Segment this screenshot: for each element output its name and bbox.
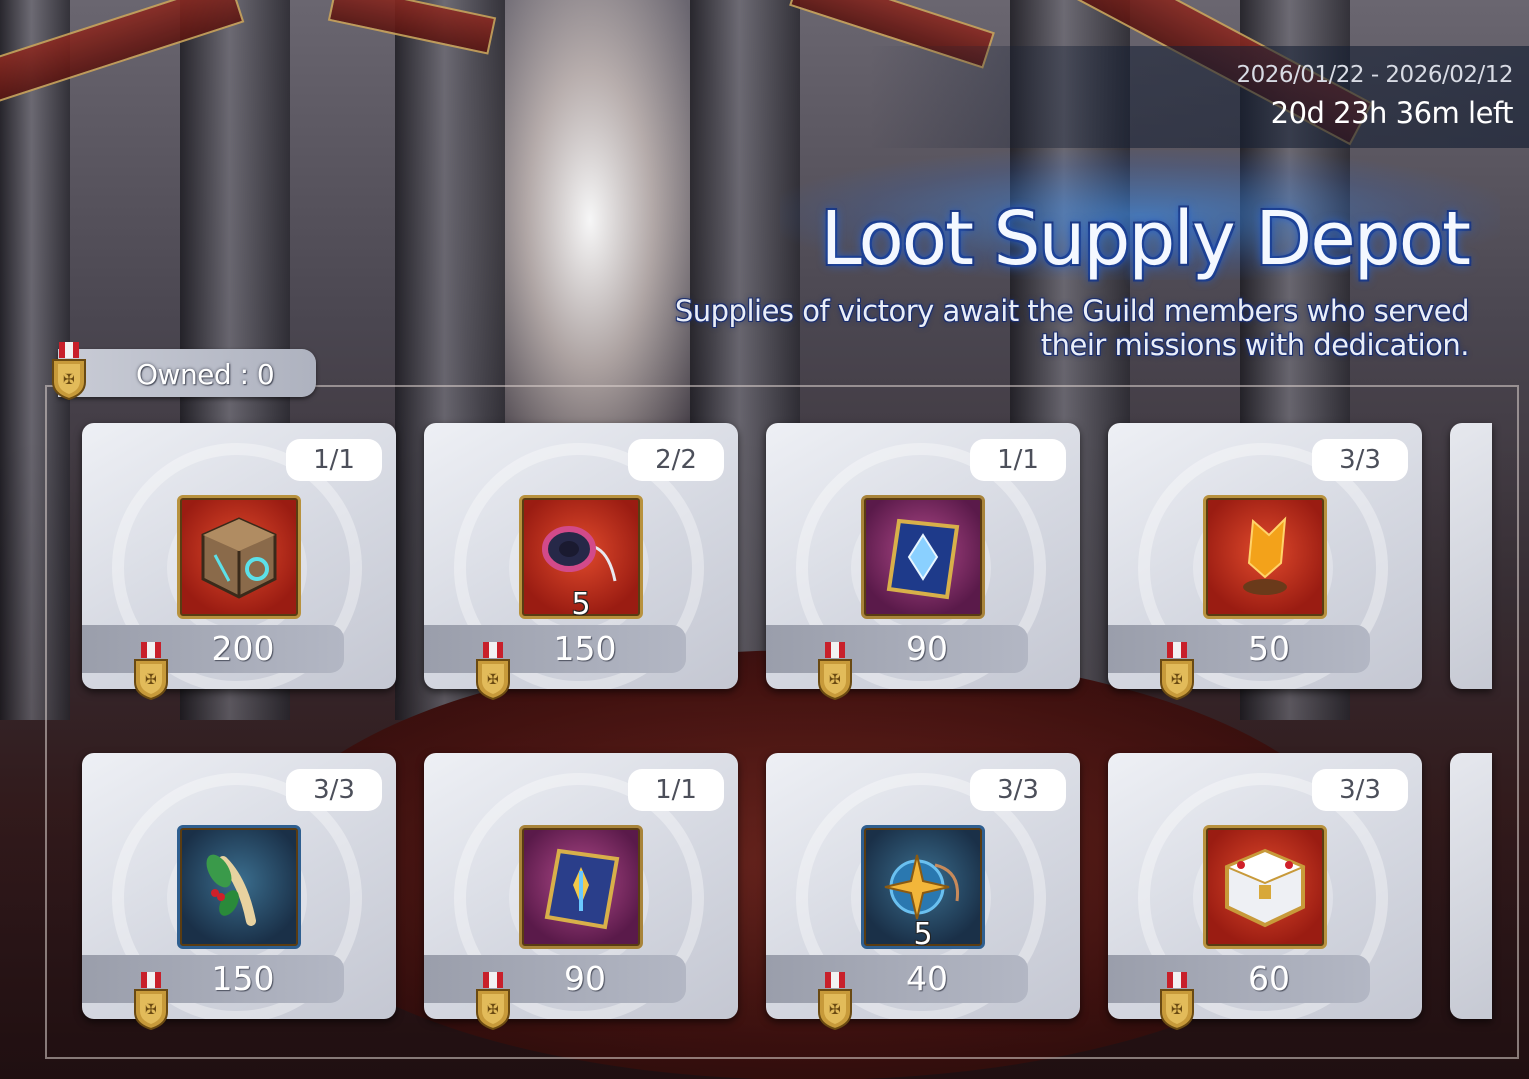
price-bar: 90 [766, 625, 1028, 673]
svg-text:✠: ✠ [487, 672, 499, 688]
treasure-cube-icon [180, 498, 298, 616]
svg-text:✠: ✠ [829, 672, 841, 688]
svg-text:✠: ✠ [1171, 672, 1183, 688]
item-slot [519, 825, 643, 949]
price-bar: 150 [424, 625, 686, 673]
purchase-limit-badge: 1/1 [628, 769, 724, 811]
item-quantity: 5 [571, 587, 591, 622]
item-slot [177, 825, 301, 949]
shop-item-card[interactable]: 2/2 5 150 [424, 423, 738, 689]
shop-item-card-partial[interactable] [1450, 423, 1492, 689]
purchase-limit-badge: 3/3 [970, 769, 1066, 811]
svg-text:✠: ✠ [829, 1002, 841, 1018]
price-bar: 150 [82, 955, 344, 1003]
guild-medal-icon: ✠ [134, 642, 168, 700]
price-bar: 40 [766, 955, 1028, 1003]
purchase-limit-badge: 3/3 [1312, 769, 1408, 811]
guild-medal-icon: ✠ [818, 642, 852, 700]
svg-text:✠: ✠ [145, 672, 157, 688]
svg-text:✠: ✠ [63, 372, 75, 388]
item-slot [1203, 825, 1327, 949]
white-chest-icon [1206, 828, 1324, 946]
price-bar: 200 [82, 625, 344, 673]
purchase-limit-badge: 3/3 [286, 769, 382, 811]
page-title: Loot Supply Depot [820, 196, 1471, 282]
purchase-limit-badge: 1/1 [286, 439, 382, 481]
item-price: 50 [1248, 629, 1290, 668]
guild-medal-icon: ✠ [476, 972, 510, 1030]
event-date-range: 2026/01/22 - 2026/02/12 [1236, 62, 1513, 88]
ginseng-root-icon [180, 828, 298, 946]
guild-medal-icon: ✠ [476, 642, 510, 700]
item-price: 90 [906, 629, 948, 668]
guild-medal-icon: ✠ [818, 972, 852, 1030]
shop-item-card-partial[interactable] [1450, 753, 1492, 1019]
shop-item-card[interactable]: 3/3 50 [1108, 423, 1422, 689]
crystal-tome-icon [864, 498, 982, 616]
svg-text:✠: ✠ [145, 1002, 157, 1018]
svg-text:✠: ✠ [487, 1002, 499, 1018]
item-price: 200 [211, 629, 275, 668]
shop-item-card[interactable]: 3/3 150 [82, 753, 396, 1019]
item-price: 60 [1248, 959, 1290, 998]
item-slot [177, 495, 301, 619]
item-slot [1203, 495, 1327, 619]
price-bar: 90 [424, 955, 686, 1003]
item-price: 150 [553, 629, 617, 668]
item-price: 90 [564, 959, 606, 998]
guild-medal-icon: ✠ [1160, 972, 1194, 1030]
page-subtitle: Supplies of victory await the Guild memb… [674, 294, 1470, 362]
item-price: 40 [906, 959, 948, 998]
guild-medal-icon: ✠ [1160, 642, 1194, 700]
event-time-left: 20d 23h 36m left [1270, 96, 1514, 130]
owned-currency-count: Owned : 0 [136, 358, 275, 391]
purchase-limit-badge: 2/2 [628, 439, 724, 481]
item-price: 150 [211, 959, 275, 998]
shop-item-card[interactable]: 1/1 90 [766, 423, 1080, 689]
guild-medal-icon: ✠ [52, 342, 86, 400]
shop-item-card[interactable]: 1/1 200 [82, 423, 396, 689]
svg-text:✠: ✠ [1171, 1002, 1183, 1018]
flame-crystal-icon [1206, 498, 1324, 616]
purchase-limit-badge: 3/3 [1312, 439, 1408, 481]
price-bar: 60 [1108, 955, 1370, 1003]
item-slot: 5 [861, 825, 985, 952]
shop-item-card[interactable]: 1/1 90 [424, 753, 738, 1019]
price-bar: 50 [1108, 625, 1370, 673]
item-quantity: 5 [913, 917, 933, 952]
ornate-book-icon [522, 828, 640, 946]
item-slot: 5 [519, 495, 643, 622]
guild-medal-icon: ✠ [134, 972, 168, 1030]
item-slot [861, 495, 985, 619]
shop-item-card[interactable]: 3/3 5 40 [766, 753, 1080, 1019]
shop-item-card[interactable]: 3/3 60 [1108, 753, 1422, 1019]
purchase-limit-badge: 1/1 [970, 439, 1066, 481]
